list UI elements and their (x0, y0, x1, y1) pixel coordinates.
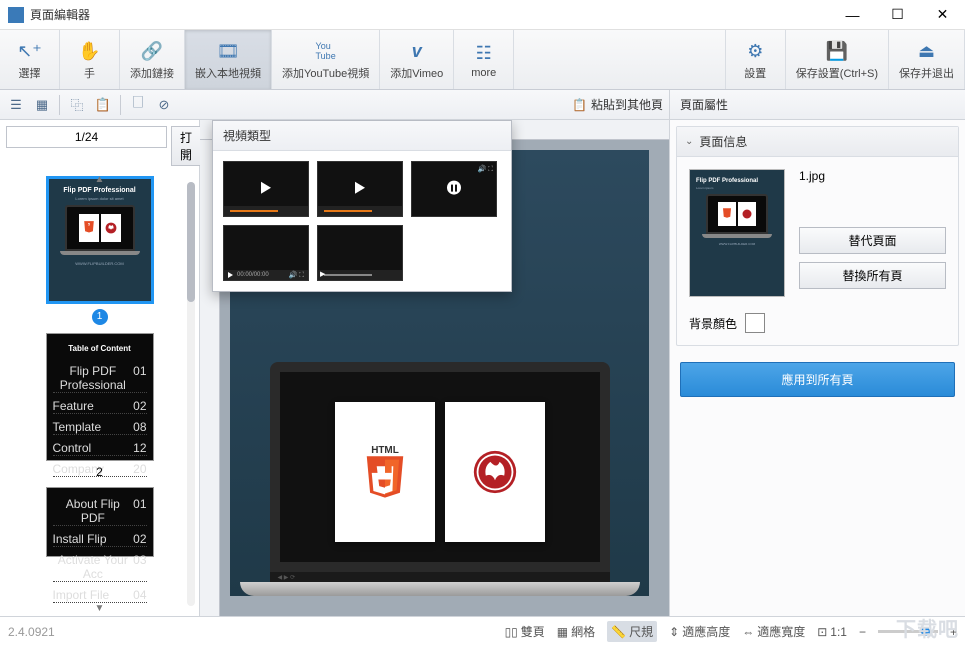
zoom-in-button[interactable]: + (950, 625, 957, 639)
bg-color-swatch[interactable] (745, 313, 765, 333)
fit-width-button[interactable]: ⇔適應寬度 (742, 623, 805, 640)
replace-page-button[interactable]: 替代頁面 (799, 227, 946, 254)
chevron-down-icon: ⌄ (685, 136, 693, 147)
exit-icon: ⏏ (918, 40, 935, 62)
close-button[interactable]: ✕ (920, 0, 965, 30)
copy-button[interactable]: ⿻ (65, 93, 89, 117)
save-icon: 💾 (826, 40, 848, 62)
grid-toggle[interactable]: ▦網格 (557, 623, 595, 640)
paste-button[interactable]: 📋 (91, 93, 115, 117)
actual-size-button[interactable]: ⊡1:1 (817, 625, 847, 639)
page-info-section-header[interactable]: ⌄頁面信息 (677, 127, 958, 157)
main-toolbar: ↖⁺選擇 ✋手 🔗添加鏈接 🎞嵌入本地視頻 YouTube添加YouTube視頻… (0, 30, 965, 90)
clear-button[interactable]: ⊘ (152, 93, 176, 117)
hand-tool[interactable]: ✋手 (60, 30, 120, 89)
video-type-popover: 視頻類型 🔊 ⛶ 00:00/00:00🔊 ⛶ ▶ (212, 120, 512, 292)
scroll-up-icon[interactable]: ▲ (95, 174, 105, 185)
save-exit-tool[interactable]: ⏏保存并退出 (889, 30, 965, 89)
cursor-icon: ↖⁺ (17, 40, 42, 62)
window-title: 頁面編輯器 (30, 6, 830, 23)
laptop-graphic: HTML ◀ ▶ ⟳ (260, 362, 620, 596)
film-icon: 🎞 (217, 40, 240, 62)
page-badge: 1 (92, 309, 108, 325)
delete-button[interactable]: 🗌 (126, 93, 150, 117)
ruler-icon: 📏 (611, 625, 626, 639)
flash-icon (472, 449, 518, 495)
thumbnail-item-2[interactable]: Table of Content Flip PDF Professional01… (20, 333, 179, 479)
thumbnail-item-3[interactable]: About Flip PDF01 Install Flip02 Activate… (20, 487, 179, 557)
list-view-button[interactable]: ☰ (4, 93, 28, 117)
app-icon (8, 7, 24, 23)
version-label: 2.4.0921 (8, 625, 505, 639)
svg-text:5: 5 (88, 222, 90, 226)
video-type-option-5[interactable]: ▶ (317, 225, 403, 281)
svg-text:HTML: HTML (371, 445, 399, 456)
bg-color-label: 背景顏色 (689, 315, 737, 332)
add-vimeo-tool[interactable]: v添加Vimeo (380, 30, 454, 89)
properties-panel: ⌄頁面信息 Flip PDF Professional Lorem ipsum … (669, 120, 965, 616)
settings-tool[interactable]: ⚙設置 (726, 30, 786, 89)
page-number-label: 2 (96, 465, 103, 479)
gear-icon: ⚙ (747, 40, 763, 62)
double-page-icon: ▯▯ (505, 625, 518, 639)
vimeo-icon: v (412, 40, 422, 62)
thumbnail-panel: 打開 ▲ Flip PDF Professional Lorem ipsum d… (0, 120, 200, 616)
scroll-down-icon[interactable]: ▼ (95, 603, 105, 614)
popover-title: 視頻類型 (213, 121, 511, 151)
embed-local-video-tool[interactable]: 🎞嵌入本地視頻 (185, 30, 272, 89)
grid-icon: ▦ (557, 625, 568, 639)
zoom-out-button[interactable]: − (859, 625, 866, 639)
double-page-toggle[interactable]: ▯▯雙頁 (505, 623, 545, 640)
more-tool[interactable]: ☷more (454, 30, 514, 89)
apply-to-all-button[interactable]: 應用到所有頁 (680, 362, 955, 397)
more-icon: ☷ (476, 42, 492, 64)
right-panel-header: 頁面屬性 (669, 90, 965, 119)
ruler-toggle[interactable]: 📏尺規 (607, 621, 657, 642)
fit-height-button[interactable]: ⇕適應高度 (669, 623, 730, 640)
maximize-button[interactable]: ☐ (875, 0, 920, 30)
save-settings-tool[interactable]: 💾保存設置(Ctrl+S) (786, 30, 889, 89)
add-link-tool[interactable]: 🔗添加鏈接 (120, 30, 185, 89)
paste-icon: 📋 (572, 98, 587, 112)
page-number-input[interactable] (6, 126, 167, 148)
page-preview-thumb: Flip PDF Professional Lorem ipsum WWW.FL… (689, 169, 785, 297)
video-type-option-3[interactable]: 🔊 ⛶ (411, 161, 497, 217)
fit-height-icon: ⇕ (669, 625, 679, 639)
canvas-area[interactable]: nal BE VIDEOS HTML (200, 120, 669, 616)
filename-label: 1.jpg (799, 169, 946, 183)
grid-view-button[interactable]: ▦ (30, 93, 54, 117)
minimize-button[interactable]: — (830, 0, 875, 30)
thumbnail-item-1[interactable]: Flip PDF Professional Lorem ipsum dolor … (20, 176, 179, 325)
youtube-icon: YouTube (316, 40, 336, 62)
video-type-option-1[interactable] (223, 161, 309, 217)
secondary-bar: ☰ ▦ ⿻ 📋 🗌 ⊘ 📋粘貼到其他頁 頁面屬性 (0, 90, 965, 120)
add-youtube-tool[interactable]: YouTube添加YouTube視頻 (272, 30, 380, 89)
statusbar: 2.4.0921 ▯▯雙頁 ▦網格 📏尺規 ⇕適應高度 ⇔適應寬度 ⊡1:1 −… (0, 616, 965, 646)
select-tool[interactable]: ↖⁺選擇 (0, 30, 60, 89)
paste-to-other-button[interactable]: 📋粘貼到其他頁 (566, 90, 669, 119)
link-icon: 🔗 (141, 40, 163, 62)
replace-all-pages-button[interactable]: 替換所有頁 (799, 262, 946, 289)
fit-width-icon: ⇔ (742, 625, 754, 639)
html5-icon: HTML (360, 443, 410, 501)
titlebar: 頁面編輯器 — ☐ ✕ (0, 0, 965, 30)
ratio-icon: ⊡ (817, 625, 827, 639)
thumbnail-scrollbar[interactable] (187, 182, 195, 606)
zoom-slider[interactable] (878, 630, 938, 633)
video-type-option-4[interactable]: 00:00/00:00🔊 ⛶ (223, 225, 309, 281)
video-type-option-2[interactable] (317, 161, 403, 217)
hand-icon: ✋ (78, 40, 100, 62)
open-button[interactable]: 打開 (171, 126, 201, 166)
